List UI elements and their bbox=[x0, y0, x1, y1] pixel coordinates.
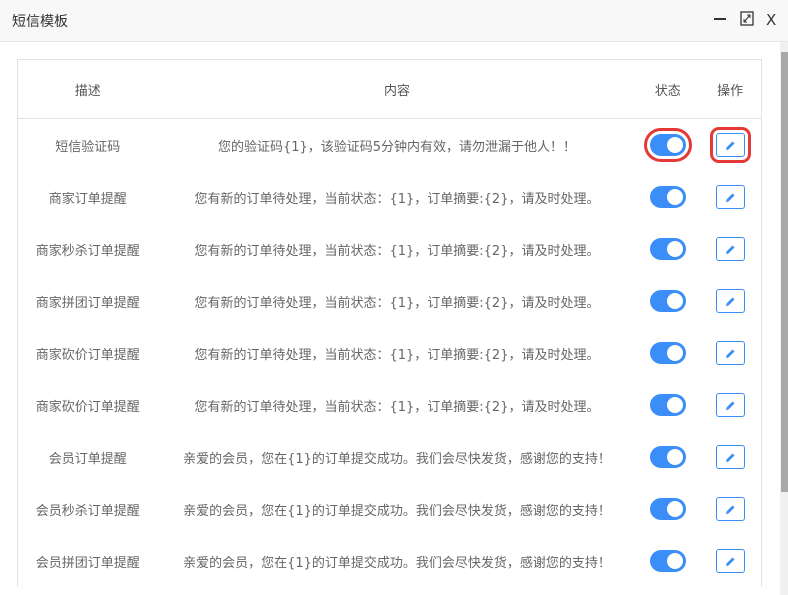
row-description: 商家订单提醒 bbox=[48, 191, 127, 207]
window-titlebar: 短信模板 X bbox=[0, 0, 788, 42]
row-description: 会员订单提醒 bbox=[48, 451, 127, 467]
pencil-icon bbox=[725, 349, 735, 358]
table-row: 商家砍价订单提醒 您有新的订单待处理，当前状态：{1}，订单摘要:{2}，请及时… bbox=[18, 327, 761, 379]
row-content: 您的验证码{1}，该验证码5分钟内有效，请勿泄漏于他人！！ bbox=[217, 139, 577, 155]
table-row: 商家订单提醒 您有新的订单待处理，当前状态：{1}，订单摘要:{2}，请及时处理… bbox=[18, 171, 761, 223]
row-description: 会员拼团订单提醒 bbox=[35, 555, 140, 571]
sms-template-table: 描述 内容 状态 操作 短信验证码 您的验证码{1}，该验证码5分钟内有效，请勿… bbox=[17, 59, 762, 587]
edit-button[interactable] bbox=[709, 127, 751, 163]
table-row: 会员拼团订单提醒 亲爱的会员，您在{1}的订单提交成功。我们会尽快发货，感谢您的… bbox=[18, 535, 761, 587]
row-content: 您有新的订单待处理，当前状态：{1}，订单摘要:{2}，请及时处理。 bbox=[194, 399, 600, 415]
status-toggle[interactable] bbox=[649, 238, 686, 260]
scrollbar-thumb[interactable] bbox=[781, 52, 788, 492]
row-content: 您有新的订单待处理，当前状态：{1}，订单摘要:{2}，请及时处理。 bbox=[194, 243, 600, 259]
header-actions: 操作 bbox=[717, 83, 744, 99]
pencil-icon bbox=[725, 401, 735, 410]
edit-button[interactable] bbox=[715, 341, 745, 365]
status-toggle[interactable] bbox=[649, 446, 686, 468]
edit-button[interactable] bbox=[715, 185, 745, 209]
edit-button[interactable] bbox=[715, 289, 745, 313]
row-description: 商家拼团订单提醒 bbox=[35, 295, 140, 311]
status-toggle[interactable] bbox=[649, 342, 686, 364]
pencil-icon bbox=[725, 141, 735, 150]
table-row: 会员秒杀订单提醒 亲爱的会员，您在{1}的订单提交成功。我们会尽快发货，感谢您的… bbox=[18, 483, 761, 535]
content-area: 描述 内容 状态 操作 短信验证码 您的验证码{1}，该验证码5分钟内有效，请勿… bbox=[0, 42, 780, 595]
edit-button[interactable] bbox=[715, 393, 745, 417]
row-description: 商家砍价订单提醒 bbox=[35, 347, 140, 363]
row-content: 亲爱的会员，您在{1}的订单提交成功。我们会尽快发货，感谢您的支持！ bbox=[183, 555, 611, 571]
table-row: 商家砍价订单提醒 您有新的订单待处理，当前状态：{1}，订单摘要:{2}，请及时… bbox=[18, 379, 761, 431]
row-content: 您有新的订单待处理，当前状态：{1}，订单摘要:{2}，请及时处理。 bbox=[194, 191, 600, 207]
header-description: 描述 bbox=[74, 83, 101, 99]
row-description: 会员秒杀订单提醒 bbox=[35, 503, 140, 519]
pencil-icon bbox=[725, 557, 735, 566]
table-header: 描述 内容 状态 操作 bbox=[18, 60, 761, 119]
row-content: 您有新的订单待处理，当前状态：{1}，订单摘要:{2}，请及时处理。 bbox=[194, 347, 600, 363]
table-row: 商家秒杀订单提醒 您有新的订单待处理，当前状态：{1}，订单摘要:{2}，请及时… bbox=[18, 223, 761, 275]
close-button[interactable]: X bbox=[766, 11, 776, 29]
status-toggle[interactable] bbox=[643, 128, 692, 162]
maximize-icon[interactable] bbox=[740, 11, 754, 30]
row-content: 您有新的订单待处理，当前状态：{1}，订单摘要:{2}，请及时处理。 bbox=[194, 295, 600, 311]
row-description: 短信验证码 bbox=[55, 139, 121, 155]
status-toggle[interactable] bbox=[649, 394, 686, 416]
pencil-icon bbox=[725, 453, 735, 462]
pencil-icon bbox=[725, 193, 735, 202]
minimize-icon[interactable] bbox=[713, 11, 727, 29]
table-row: 商家拼团订单提醒 您有新的订单待处理，当前状态：{1}，订单摘要:{2}，请及时… bbox=[18, 275, 761, 327]
status-toggle[interactable] bbox=[649, 550, 686, 572]
pencil-icon bbox=[725, 297, 735, 306]
row-description: 商家砍价订单提醒 bbox=[35, 399, 140, 415]
status-toggle[interactable] bbox=[649, 498, 686, 520]
edit-button[interactable] bbox=[715, 497, 745, 521]
header-status: 状态 bbox=[654, 83, 681, 99]
edit-button[interactable] bbox=[715, 549, 745, 573]
row-content: 亲爱的会员，您在{1}的订单提交成功。我们会尽快发货，感谢您的支持！ bbox=[183, 503, 611, 519]
header-content: 内容 bbox=[383, 83, 410, 99]
pencil-icon bbox=[725, 505, 735, 514]
window-title: 短信模板 bbox=[12, 14, 68, 30]
pencil-icon bbox=[725, 245, 735, 254]
table-row: 短信验证码 您的验证码{1}，该验证码5分钟内有效，请勿泄漏于他人！！ bbox=[18, 119, 761, 171]
table-row: 会员订单提醒 亲爱的会员，您在{1}的订单提交成功。我们会尽快发货，感谢您的支持… bbox=[18, 431, 761, 483]
row-content: 亲爱的会员，您在{1}的订单提交成功。我们会尽快发货，感谢您的支持！ bbox=[183, 451, 611, 467]
status-toggle[interactable] bbox=[649, 186, 686, 208]
row-description: 商家秒杀订单提醒 bbox=[35, 243, 140, 259]
edit-button[interactable] bbox=[715, 445, 745, 469]
edit-button[interactable] bbox=[715, 237, 745, 261]
scrollbar[interactable] bbox=[780, 42, 788, 595]
status-toggle[interactable] bbox=[649, 290, 686, 312]
